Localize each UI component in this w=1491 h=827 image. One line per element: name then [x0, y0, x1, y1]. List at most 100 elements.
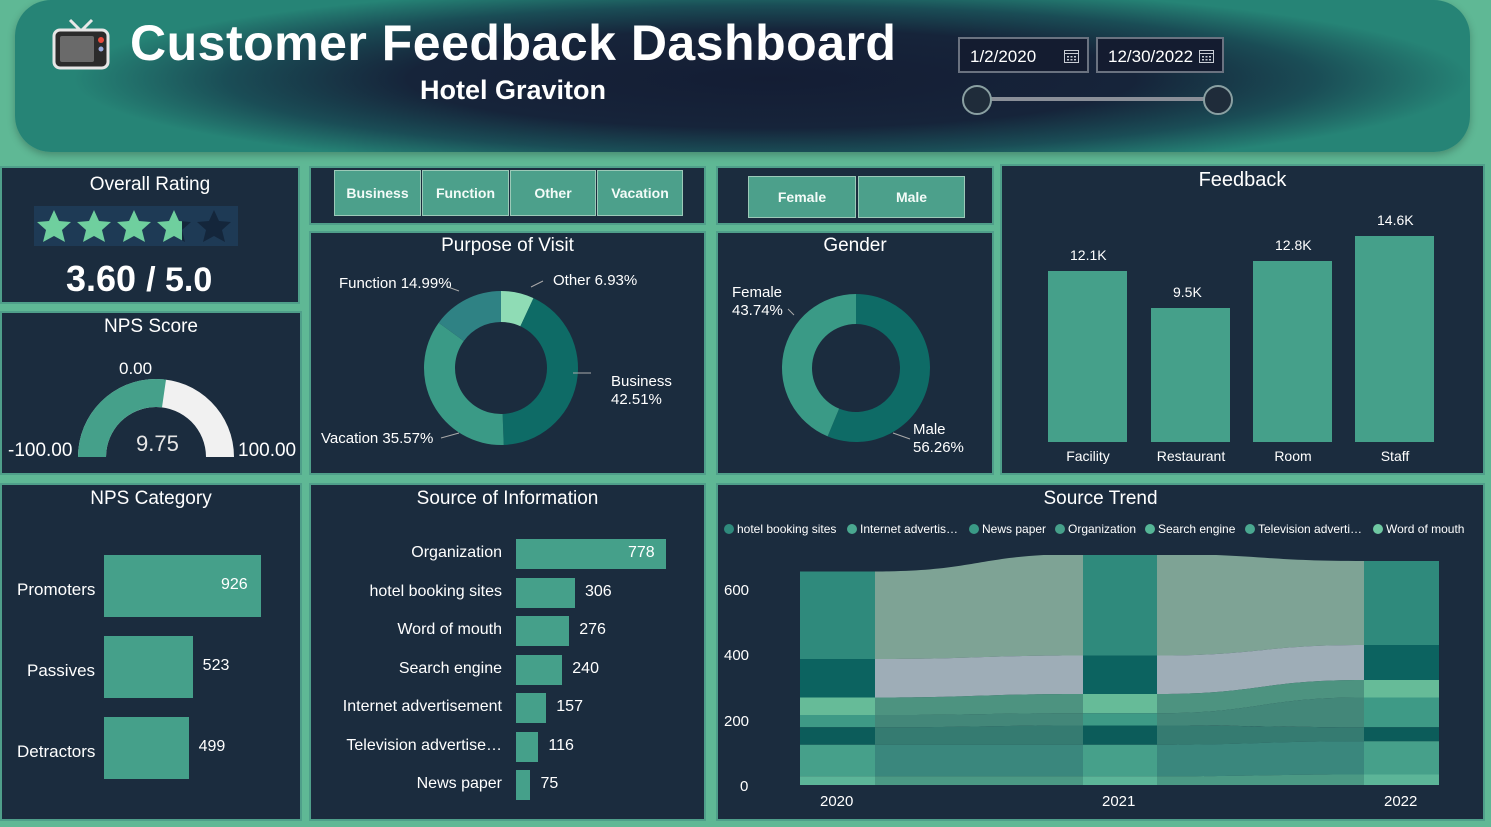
date-range-end-handle[interactable]: [1203, 85, 1233, 115]
source-bar[interactable]: [516, 654, 563, 685]
trend-segment[interactable]: [800, 776, 875, 785]
trend-segment[interactable]: [1364, 680, 1439, 698]
legend-item[interactable]: Television adverti…: [1245, 522, 1362, 536]
gender-panel: Gender Female 43.74% Male 56.26%: [716, 231, 994, 475]
trend-ribbon[interactable]: [1157, 741, 1364, 777]
legend-item[interactable]: hotel booking sites: [724, 522, 836, 536]
source-value-label: 157: [556, 698, 583, 715]
category-label: Passives: [27, 661, 96, 680]
legend-item[interactable]: Word of mouth: [1373, 522, 1464, 536]
trend-segment[interactable]: [800, 571, 875, 660]
calendar-icon[interactable]: [1064, 49, 1079, 63]
trend-segment[interactable]: [1364, 774, 1439, 786]
page-subtitle: Hotel Graviton: [420, 75, 607, 105]
filter-male-button[interactable]: Male: [858, 176, 965, 218]
feedback-title: Feedback: [1198, 169, 1287, 191]
gender-male-pct: 56.26%: [913, 439, 964, 456]
trend-segment[interactable]: [1083, 776, 1157, 785]
trend-segment[interactable]: [800, 744, 875, 777]
feedback-category-label: Room: [1274, 448, 1312, 464]
nps-category-panel: NPS Category Promoters Passives Detracto…: [0, 483, 302, 821]
end-date-value: 12/30/2022: [1108, 47, 1194, 66]
trend-ribbon[interactable]: [875, 776, 1083, 785]
trend-segment[interactable]: [1083, 744, 1157, 777]
legend-item[interactable]: Search engine: [1145, 522, 1235, 536]
source-bar[interactable]: [516, 616, 570, 646]
filter-vacation-button[interactable]: Vacation: [597, 170, 683, 216]
legend-item[interactable]: News paper: [969, 522, 1046, 536]
source-category-label: Internet advertisement: [342, 698, 502, 715]
trend-segment[interactable]: [1083, 655, 1157, 695]
rating-value: 3.60 / 5.0: [66, 258, 213, 299]
source-category-label: Television advertise…: [346, 736, 502, 754]
trend-segment[interactable]: [800, 697, 875, 716]
source-trend-ribbon-chart: [800, 555, 1439, 786]
overall-rating-title: Overall Rating: [89, 174, 211, 195]
nps-category-value-label: 523: [202, 657, 230, 674]
legend-item[interactable]: Organization: [1055, 522, 1136, 536]
trend-segment[interactable]: [1083, 725, 1157, 745]
trend-segment[interactable]: [1083, 555, 1157, 656]
trend-ribbon[interactable]: [875, 725, 1083, 745]
source-value-label: 306: [584, 582, 612, 600]
source-value-label: 276: [579, 621, 606, 638]
source-category-label: Word of mouth: [397, 621, 502, 638]
feedback-value-label: 12.8K: [1275, 237, 1312, 254]
feedback-panel: Feedback 12.1K Facility 9.5K Restaurant 12.8…: [1000, 164, 1485, 475]
nps-category-value-label: 499: [198, 738, 226, 755]
purpose-business-pct: 42.51%: [611, 391, 662, 408]
trend-ribbon[interactable]: [875, 744, 1083, 777]
purpose-filter-panel: Business Function Other Vacation: [309, 166, 706, 225]
legend-item[interactable]: Internet advertis…: [847, 522, 958, 536]
date-range-start-handle[interactable]: [962, 85, 992, 115]
y-tick-label: 200: [724, 713, 750, 730]
trend-segment[interactable]: [1364, 561, 1439, 645]
gender-female-pct: 43.74%: [732, 302, 783, 319]
feedback-bar[interactable]: [1048, 271, 1127, 442]
feedback-bar[interactable]: [1355, 236, 1434, 442]
trend-segment[interactable]: [1083, 713, 1157, 726]
trend-segment[interactable]: [800, 659, 875, 698]
trend-ribbon[interactable]: [875, 713, 1083, 728]
trend-segment[interactable]: [1364, 645, 1439, 680]
purpose-of-visit-panel: Purpose of Visit Function 14.99% Other 6…: [309, 231, 706, 475]
y-tick-label: 0: [740, 778, 749, 795]
calendar-icon[interactable]: [1199, 49, 1214, 63]
purpose-function-label: Function 14.99%: [339, 275, 452, 292]
trend-ribbon[interactable]: [875, 655, 1083, 698]
x-tick-label: 2021: [1102, 793, 1136, 810]
trend-segment[interactable]: [800, 715, 875, 728]
trend-segment[interactable]: [1364, 697, 1439, 728]
x-tick-label: 2022: [1384, 793, 1418, 810]
source-bar[interactable]: [516, 577, 575, 608]
trend-segment[interactable]: [1364, 741, 1439, 775]
feedback-bar[interactable]: [1151, 307, 1230, 442]
source-bar[interactable]: [516, 693, 547, 723]
source-category-label: Organization: [411, 544, 502, 561]
trend-segment[interactable]: [800, 727, 875, 745]
source-bar[interactable]: [516, 770, 531, 800]
end-date-input[interactable]: 12/30/2022: [1096, 37, 1224, 73]
source-category-label: hotel booking sites: [369, 582, 502, 600]
trend-ribbon[interactable]: [875, 555, 1083, 659]
trend-ribbon[interactable]: [1157, 555, 1364, 656]
nps-category-title: NPS Category: [90, 488, 212, 509]
trend-segment[interactable]: [1083, 694, 1157, 714]
feedback-bar[interactable]: [1253, 261, 1332, 442]
nps-category-bar[interactable]: [104, 717, 189, 779]
gauge-max-label: 100.00: [238, 440, 297, 461]
filter-business-button[interactable]: Business: [334, 170, 421, 216]
feedback-category-label: Facility: [1066, 448, 1110, 464]
category-label: Promoters: [17, 580, 96, 599]
gender-filter-panel: Female Male: [716, 166, 994, 225]
filter-function-button[interactable]: Function: [422, 170, 509, 216]
start-date-input[interactable]: 1/2/2020: [958, 37, 1089, 73]
date-range-slider-track[interactable]: [976, 97, 1218, 101]
nps-category-bar[interactable]: [104, 636, 193, 698]
filter-other-button[interactable]: Other: [510, 170, 596, 216]
source-trend-title: Source Trend: [1043, 488, 1158, 509]
trend-segment[interactable]: [1364, 727, 1439, 742]
source-bar[interactable]: [516, 731, 539, 762]
filter-female-button[interactable]: Female: [748, 176, 856, 218]
purpose-slice-vacation[interactable]: [424, 322, 504, 445]
